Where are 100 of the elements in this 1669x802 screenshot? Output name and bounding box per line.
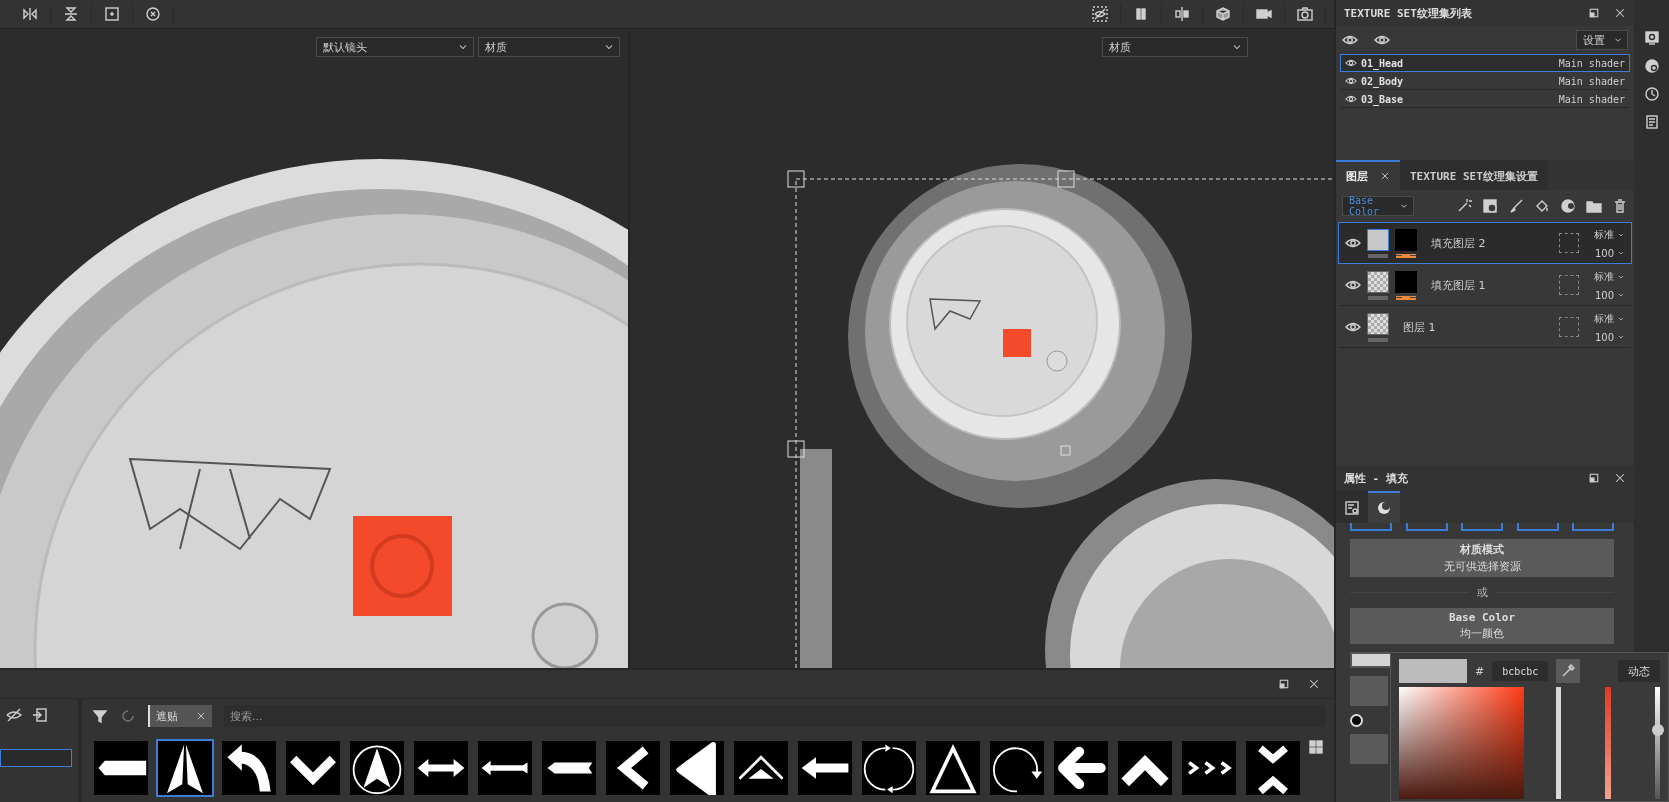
slider-thumb[interactable] <box>1651 723 1664 736</box>
mask-icon[interactable] <box>1482 198 1498 214</box>
search-field[interactable]: 搜索... <box>224 705 1326 727</box>
grid-view-icon[interactable] <box>1308 739 1324 755</box>
restore-icon[interactable] <box>1588 7 1600 19</box>
decal-thumbnail[interactable] <box>668 739 726 797</box>
restore-icon[interactable] <box>1278 678 1290 690</box>
history-icon[interactable] <box>1643 86 1660 102</box>
decal-thumbnail[interactable] <box>92 739 150 797</box>
decal-thumbnail[interactable] <box>1116 739 1174 797</box>
settings-dropdown[interactable]: 设置 <box>1576 30 1628 50</box>
opacity-dropdown[interactable]: 100 <box>1594 289 1625 301</box>
decal-thumbnail[interactable] <box>220 739 278 797</box>
decal-thumbnail[interactable] <box>476 739 534 797</box>
transform-handle[interactable] <box>1060 445 1071 456</box>
camera-dropdown[interactable]: 默认镜头 <box>316 37 474 57</box>
decal-thumbnail[interactable] <box>1180 739 1238 797</box>
channel-dropdown[interactable]: Base Color <box>1342 196 1414 216</box>
layer-name: 填充图层 1 <box>1430 277 1487 293</box>
selected-field[interactable] <box>0 749 72 767</box>
eye-icon[interactable] <box>1345 57 1357 69</box>
restore-icon[interactable] <box>1588 472 1600 484</box>
mirror-horizontal-icon[interactable] <box>22 6 38 22</box>
decal-thumbnail[interactable] <box>604 739 662 797</box>
eye-icon[interactable] <box>1345 75 1357 87</box>
filter-tag[interactable]: 遮贴 <box>148 705 212 727</box>
decal-thumbnail[interactable] <box>156 739 214 797</box>
decal-thumbnail[interactable] <box>348 739 406 797</box>
decal-thumbnail[interactable] <box>732 739 790 797</box>
close-icon[interactable] <box>1380 171 1390 181</box>
frame-icon[interactable] <box>104 6 120 22</box>
effects-icon[interactable] <box>1560 198 1576 214</box>
material-mode-button[interactable]: 材质模式 无可供选择资源 <box>1350 539 1614 577</box>
transform-handle[interactable] <box>787 440 805 458</box>
layer-row[interactable]: 填充图层 1 标准 100 <box>1338 264 1632 306</box>
trash-icon[interactable] <box>1612 198 1628 214</box>
color-field[interactable] <box>1399 687 1524 799</box>
dynamic-button[interactable]: 动态 <box>1618 660 1660 682</box>
slot-button[interactable] <box>1405 523 1448 531</box>
transform-handle[interactable] <box>787 170 805 188</box>
eye-icon[interactable] <box>1345 93 1357 105</box>
slot-button[interactable] <box>1350 523 1392 531</box>
blend-dropdown[interactable]: 标准 <box>1594 311 1625 326</box>
split-view-icon[interactable] <box>1174 6 1190 22</box>
texture-set-row[interactable]: 01_Head Main shader <box>1340 54 1630 72</box>
slot-button[interactable] <box>1461 523 1503 531</box>
cube-icon[interactable] <box>1215 6 1231 22</box>
fill-bucket-icon[interactable] <box>1534 198 1550 214</box>
panel-tab[interactable]: 图层 <box>1336 160 1400 190</box>
log-icon[interactable] <box>1643 114 1660 130</box>
panel-tab[interactable]: TEXTURE SET纹理集设置 <box>1400 160 1548 190</box>
decal-thumbnail[interactable] <box>412 739 470 797</box>
hex-field[interactable]: bcbcbc <box>1492 661 1549 681</box>
decal-thumbnail[interactable] <box>860 739 918 797</box>
sphere-icon[interactable] <box>1376 500 1392 516</box>
channel-dropdown[interactable]: 材质 <box>1102 37 1248 57</box>
pause-icon[interactable] <box>1133 6 1149 22</box>
display-settings-icon[interactable] <box>1643 30 1660 46</box>
opacity-dropdown[interactable]: 100 <box>1594 331 1625 343</box>
settings-icon[interactable] <box>1344 500 1360 516</box>
decal-thumbnail[interactable] <box>924 739 982 797</box>
environment-icon[interactable] <box>1643 58 1660 74</box>
close-icon[interactable] <box>196 711 206 721</box>
layer-row[interactable]: 图层 1 标准 100 <box>1338 306 1632 348</box>
hidden-icon[interactable] <box>1092 6 1108 22</box>
decal-thumbnail[interactable] <box>988 739 1046 797</box>
brush-icon[interactable] <box>1508 198 1524 214</box>
eyedropper-button[interactable] <box>1556 659 1581 683</box>
magic-wand-icon[interactable] <box>1456 198 1472 214</box>
mirror-vertical-icon[interactable] <box>63 6 79 22</box>
refresh-icon[interactable] <box>120 708 136 724</box>
decal-thumbnail[interactable] <box>284 739 342 797</box>
base-color-button[interactable]: Base Color 均一颜色 <box>1350 608 1614 644</box>
folder-icon[interactable] <box>1586 198 1602 214</box>
decal-thumbnail[interactable] <box>540 739 598 797</box>
decal-thumbnail[interactable] <box>1052 739 1110 797</box>
blend-dropdown[interactable]: 标准 <box>1594 269 1625 284</box>
close-icon[interactable] <box>1614 7 1626 19</box>
slot-button[interactable] <box>1516 523 1559 531</box>
panel-title: TEXTURE SET纹理集列表 <box>1344 5 1473 21</box>
filter-icon[interactable] <box>92 708 108 724</box>
blend-dropdown[interactable]: 标准 <box>1594 227 1625 242</box>
opacity-dropdown[interactable]: 100 <box>1594 247 1625 259</box>
slot-button[interactable] <box>1572 523 1614 531</box>
channel-dropdown[interactable]: 材质 <box>478 37 620 57</box>
decal-thumbnail[interactable] <box>1244 739 1302 797</box>
transform-handle[interactable] <box>1057 170 1075 188</box>
export-icon[interactable] <box>32 707 48 723</box>
screenshot-icon[interactable] <box>1297 6 1313 22</box>
layer-row[interactable]: 填充图层 2 标准 100 <box>1338 222 1632 264</box>
texture-set-row[interactable]: 03_Base Main shader <box>1340 90 1630 108</box>
hide-icon[interactable] <box>6 707 22 723</box>
texture-set-row[interactable]: 02_Body Main shader <box>1340 72 1630 90</box>
slider-thumb[interactable] <box>1350 713 1363 727</box>
close-icon[interactable] <box>1308 678 1320 690</box>
reset-icon[interactable] <box>145 6 161 22</box>
close-icon[interactable] <box>1614 472 1626 484</box>
camera-icon[interactable] <box>1256 6 1272 22</box>
decal-thumbnail[interactable] <box>796 739 854 797</box>
empty-slot <box>1559 233 1579 253</box>
